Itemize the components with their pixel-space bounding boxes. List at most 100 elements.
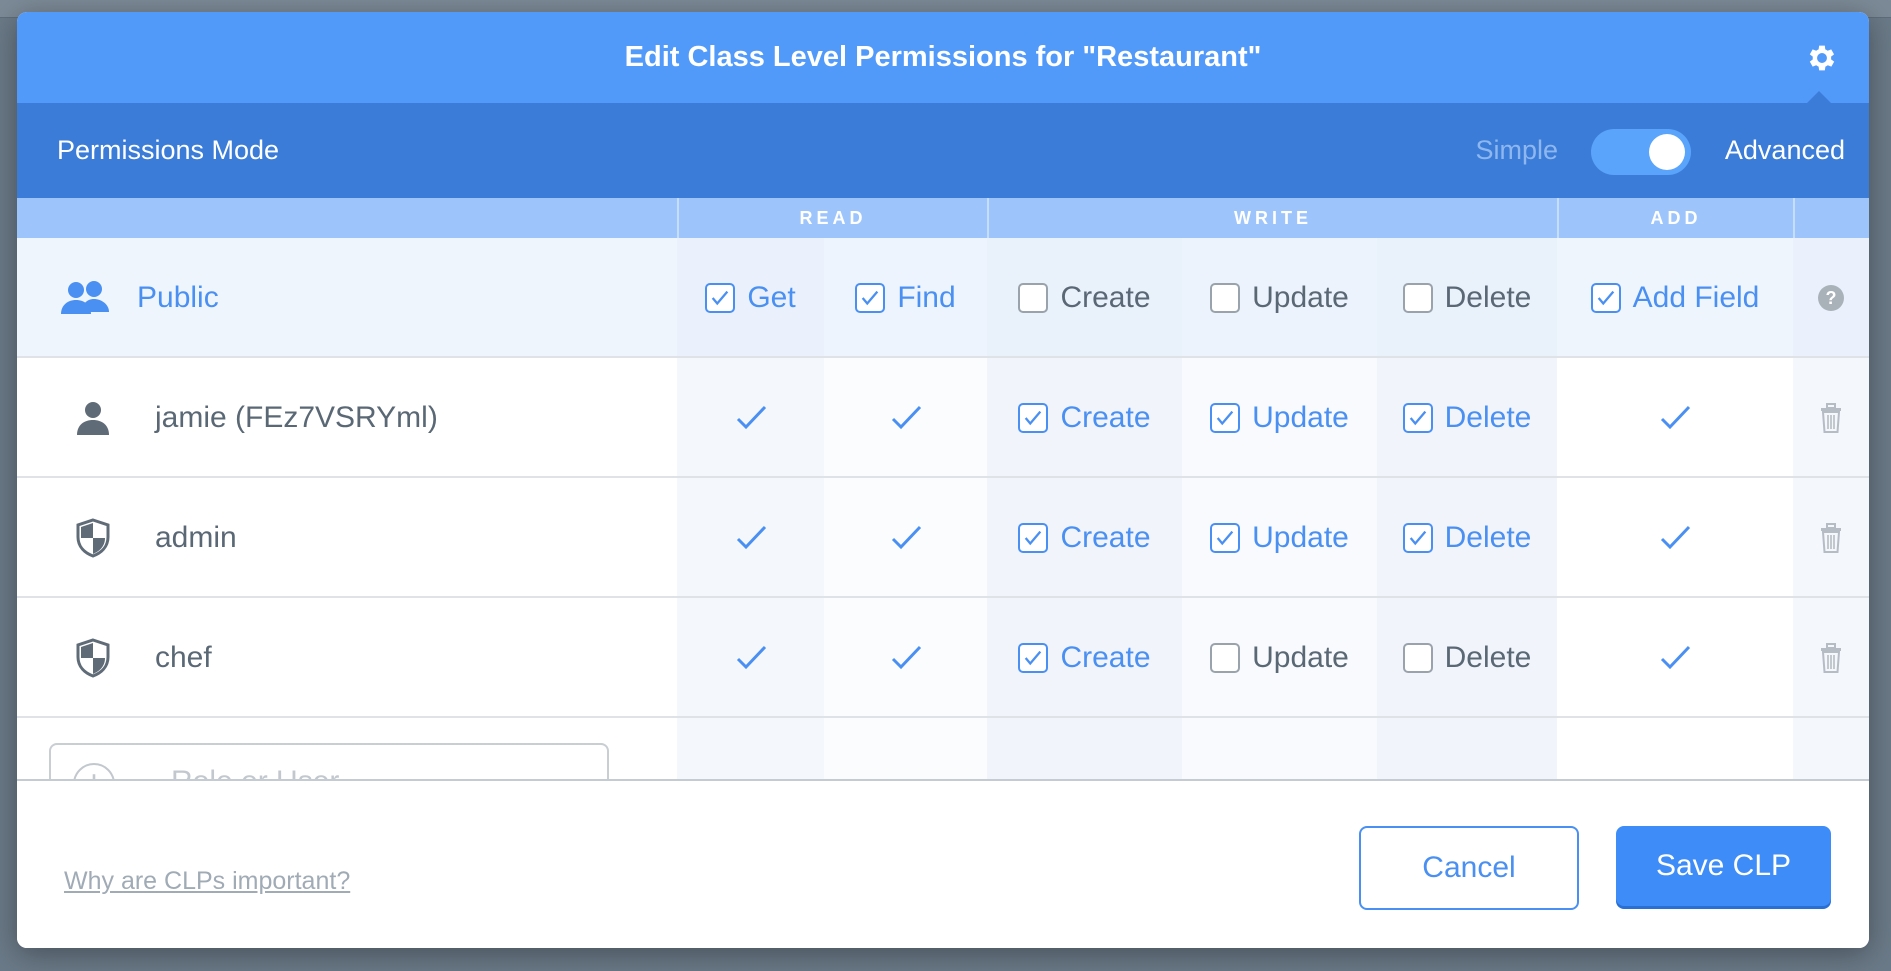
group-actions [1793, 198, 1869, 238]
update-checkbox[interactable] [1210, 523, 1241, 553]
public-addfield-cell[interactable]: Add Field [1557, 238, 1793, 358]
group-add: ADD [1557, 198, 1793, 238]
public-delete-label[interactable]: Delete [1445, 281, 1532, 315]
clp-help-link[interactable]: Why are CLPs important? [64, 867, 350, 896]
create-cell[interactable]: Create [987, 358, 1182, 478]
create-cell[interactable]: Create [987, 598, 1182, 718]
check-icon[interactable] [734, 643, 768, 673]
find-cell[interactable] [824, 598, 987, 718]
row-name: chef [155, 641, 212, 674]
delete-checkbox[interactable] [1402, 643, 1433, 673]
create-label[interactable]: Create [1060, 641, 1150, 675]
public-update-label[interactable]: Update [1252, 281, 1349, 315]
create-label[interactable]: Create [1060, 521, 1150, 555]
update-cell[interactable]: Update [1182, 358, 1377, 478]
update-label[interactable]: Update [1252, 401, 1349, 435]
addfield-cell[interactable] [1557, 478, 1793, 598]
delete-label[interactable]: Delete [1445, 521, 1532, 555]
update-cell[interactable]: Update [1182, 478, 1377, 598]
trash-icon[interactable] [1818, 642, 1844, 674]
delete-cell[interactable]: Delete [1377, 358, 1557, 478]
trash-cell [1793, 598, 1869, 718]
public-update-cell[interactable]: Update [1182, 238, 1377, 358]
settings-notch [1807, 91, 1831, 103]
public-name-cell: Public [59, 238, 619, 358]
create-checkbox[interactable] [1018, 643, 1049, 673]
public-label: Public [137, 281, 219, 314]
modal-header: Edit Class Level Permissions for "Restau… [17, 12, 1869, 103]
addfield-cell[interactable] [1557, 358, 1793, 478]
trash-icon[interactable] [1818, 402, 1844, 434]
help-icon[interactable]: ? [1818, 285, 1844, 311]
delete-checkbox[interactable] [1402, 523, 1433, 553]
check-icon[interactable] [734, 523, 768, 553]
public-addfield-label[interactable]: Add Field [1633, 281, 1760, 315]
public-find-label[interactable]: Find [897, 281, 955, 315]
plus-icon: + [73, 763, 115, 779]
permissions-mode-bar: Permissions Mode Simple Advanced [17, 103, 1869, 198]
trash-icon[interactable] [1818, 522, 1844, 554]
modal-footer: Why are CLPs important? Cancel Save CLP [17, 779, 1869, 948]
addfield-cell[interactable] [1557, 598, 1793, 718]
check-icon[interactable] [734, 403, 768, 433]
create-checkbox[interactable] [1018, 403, 1049, 433]
create-cell[interactable]: Create [987, 478, 1182, 598]
mode-simple-label[interactable]: Simple [1475, 103, 1558, 198]
public-update-checkbox[interactable] [1210, 283, 1241, 313]
public-delete-checkbox[interactable] [1402, 283, 1433, 313]
row-name-cell: chef [75, 598, 635, 718]
check-icon[interactable] [889, 643, 923, 673]
toggle-knob [1649, 134, 1685, 170]
public-get-checkbox[interactable] [705, 283, 736, 313]
check-icon[interactable] [889, 523, 923, 553]
check-icon[interactable] [1658, 643, 1692, 673]
public-create-checkbox[interactable] [1018, 283, 1049, 313]
public-row: Public Get Find Create Update Delete Add… [17, 238, 1869, 358]
delete-checkbox[interactable] [1402, 403, 1433, 433]
gear-icon[interactable] [1805, 41, 1839, 75]
update-label[interactable]: Update [1252, 641, 1349, 675]
cancel-button[interactable]: Cancel [1359, 826, 1579, 910]
public-delete-cell[interactable]: Delete [1377, 238, 1557, 358]
find-cell[interactable] [824, 358, 987, 478]
update-checkbox[interactable] [1210, 643, 1241, 673]
delete-label[interactable]: Delete [1445, 641, 1532, 675]
role-or-user-input[interactable]: + Role or User [49, 743, 609, 779]
check-icon[interactable] [889, 403, 923, 433]
delete-cell[interactable]: Delete [1377, 598, 1557, 718]
get-cell[interactable] [677, 358, 824, 478]
create-checkbox[interactable] [1018, 523, 1049, 553]
check-icon[interactable] [1658, 403, 1692, 433]
group-write: WRITE [987, 198, 1557, 238]
delete-label[interactable]: Delete [1445, 401, 1532, 435]
permission-row: admin Create Update Delete [17, 478, 1869, 598]
permission-row: jamie (FEz7VSRYml) Create Update Delete [17, 358, 1869, 478]
public-create-cell[interactable]: Create [987, 238, 1182, 358]
create-label[interactable]: Create [1060, 401, 1150, 435]
row-name: jamie (FEz7VSRYml) [155, 401, 438, 434]
role-shield-icon [76, 638, 110, 678]
modal-title: Edit Class Level Permissions for "Restau… [624, 41, 1262, 73]
trash-cell [1793, 478, 1869, 598]
save-clp-button[interactable]: Save CLP [1616, 826, 1831, 906]
public-find-checkbox[interactable] [855, 283, 886, 313]
check-icon[interactable] [1658, 523, 1692, 553]
update-label[interactable]: Update [1252, 521, 1349, 555]
update-checkbox[interactable] [1210, 403, 1241, 433]
get-cell[interactable] [677, 598, 824, 718]
mode-advanced-label[interactable]: Advanced [1725, 103, 1845, 198]
public-addfield-checkbox[interactable] [1590, 283, 1621, 313]
permissions-table: Public Get Find Create Update Delete Add… [17, 238, 1869, 779]
permission-group-header: READ WRITE ADD [17, 198, 1869, 238]
get-cell[interactable] [677, 478, 824, 598]
permissions-mode-label: Permissions Mode [57, 135, 280, 165]
mode-toggle[interactable] [1591, 129, 1691, 175]
public-find-cell[interactable]: Find [824, 238, 987, 358]
row-name-cell: admin [75, 478, 635, 598]
update-cell[interactable]: Update [1182, 598, 1377, 718]
public-get-cell[interactable]: Get [677, 238, 824, 358]
delete-cell[interactable]: Delete [1377, 478, 1557, 598]
find-cell[interactable] [824, 478, 987, 598]
public-create-label[interactable]: Create [1060, 281, 1150, 315]
public-get-label[interactable]: Get [747, 281, 795, 315]
